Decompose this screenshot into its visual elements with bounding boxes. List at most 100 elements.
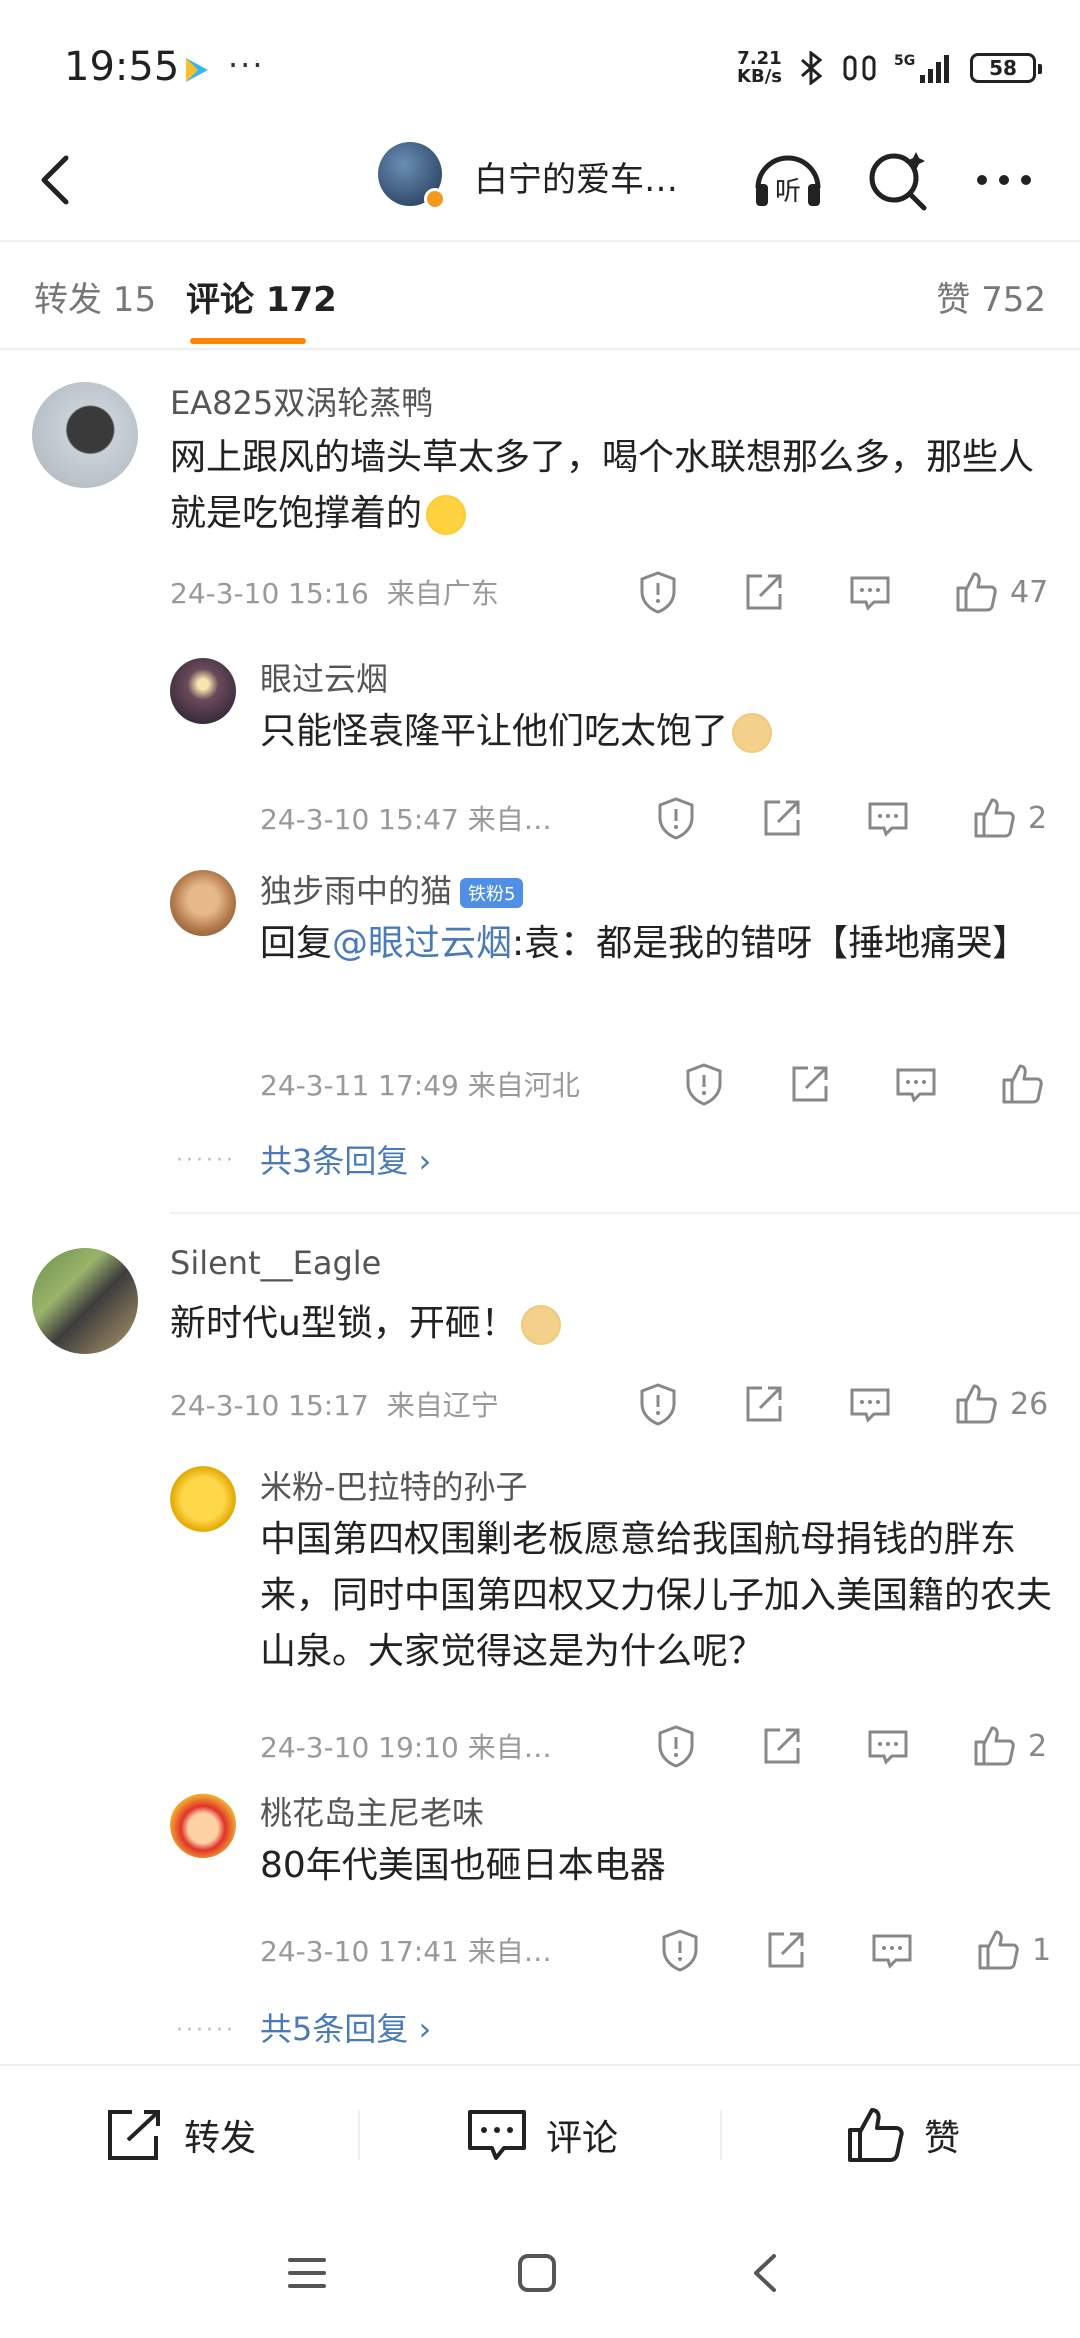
doge-emoji-icon (732, 713, 773, 753)
more-notifications-icon: ··· (228, 46, 265, 84)
listen-label: 听 (775, 177, 801, 207)
like-count: 2 (1028, 1728, 1048, 1764)
thumbs-up-icon (848, 2108, 904, 2162)
like-count: 47 (1010, 574, 1049, 610)
home-icon[interactable] (512, 2248, 562, 2298)
share-icon[interactable] (758, 1722, 806, 1770)
like-count: 1 (1032, 1932, 1052, 1968)
avatar[interactable] (170, 658, 236, 724)
reply-username[interactable]: 独步雨中的猫 铁粉5 (260, 866, 524, 912)
like-icon[interactable] (952, 1380, 1000, 1428)
network-type: 5G (894, 53, 915, 69)
reply-meta: 24-3-11 17:49 来自河北 (260, 1069, 580, 1102)
comment-username[interactable]: Silent__Eagle (170, 1244, 381, 1282)
more-replies-dots: ······ (176, 1148, 236, 1173)
like-button[interactable]: 赞 (844, 2106, 960, 2164)
comment-divider (170, 1212, 1080, 1214)
author-avatar[interactable] (378, 142, 446, 210)
active-tab-indicator (190, 338, 306, 344)
reply-username[interactable]: 桃花岛主尼老味 (260, 1788, 484, 1834)
tab-comments[interactable]: 评论 172 (186, 272, 337, 321)
repost-button[interactable]: 转发 (104, 2106, 256, 2164)
share-icon[interactable] (740, 1380, 788, 1428)
fan-badge: 铁粉5 (460, 878, 524, 908)
reply-username[interactable]: 米粉-巴拉特的孙子 (260, 1462, 528, 1508)
like-icon[interactable] (974, 1926, 1022, 1974)
search-icon[interactable] (858, 140, 938, 220)
reply-meta: 24-3-10 19:10 来自… (260, 1731, 552, 1764)
report-icon[interactable] (656, 1926, 704, 1974)
reply-meta: 24-3-10 15:47 来自… (260, 803, 552, 836)
like-count: 2 (1028, 800, 1048, 836)
comment-button[interactable]: 评论 (466, 2106, 618, 2164)
share-icon[interactable] (740, 568, 788, 616)
comment-meta: 24-3-10 15:16 来自广东 (170, 577, 499, 610)
earbuds-icon (843, 55, 876, 81)
share-icon[interactable] (762, 1926, 810, 1974)
author-name[interactable]: 白宁的爱车… (474, 152, 678, 201)
tab-likes[interactable]: 赞 752 (936, 272, 1046, 321)
share-icon[interactable] (758, 794, 806, 842)
like-icon[interactable] (970, 794, 1018, 842)
system-nav-bar (0, 2204, 1080, 2338)
avatar[interactable] (170, 1792, 236, 1858)
reply-actions: 2 (652, 1722, 1047, 1770)
doge-emoji-icon (520, 1305, 561, 1345)
report-icon[interactable] (634, 568, 682, 616)
comment-username[interactable]: EA825双涡轮蒸鸭 (170, 378, 433, 424)
status-bar: 19:55 ··· 7.21 KB/s 5G 58 (0, 0, 1080, 130)
comment-meta: 24-3-10 15:17 来自辽宁 (170, 1389, 499, 1422)
reply-icon[interactable] (864, 794, 912, 842)
reply-icon[interactable] (892, 1060, 940, 1108)
reply-text: 只能怪袁隆平让他们吃太饱了 (260, 704, 1040, 760)
signal-icon: 5G (894, 53, 949, 83)
comment-actions: 26 (634, 1380, 1048, 1428)
video-app-icon (186, 58, 208, 82)
reply-meta: 24-3-10 17:41 来自… (260, 1935, 552, 1968)
listen-icon[interactable]: 听 (748, 140, 828, 220)
avatar[interactable] (170, 1466, 236, 1532)
comment-icon (468, 2110, 526, 2160)
reply-actions: 2 (652, 794, 1047, 842)
more-options-icon[interactable] (966, 140, 1046, 220)
reply-actions: 1 (656, 1926, 1051, 1974)
mention-link[interactable]: @眼过云烟 (332, 923, 512, 964)
comment-text: 网上跟风的墙头草太多了，喝个水联想那么多，那些人就是吃饱撑着的 (170, 437, 1035, 535)
like-count: 26 (1010, 1386, 1049, 1422)
header: 白宁的爱车… 听 (0, 130, 1080, 230)
share-icon[interactable] (786, 1060, 834, 1108)
avatar[interactable] (170, 870, 236, 936)
view-more-replies-link[interactable]: 共5条回复 › (260, 2004, 431, 2050)
back-nav-icon[interactable] (742, 2248, 792, 2298)
reply-icon[interactable] (868, 1926, 916, 1974)
report-icon[interactable] (652, 794, 700, 842)
report-icon[interactable] (652, 1722, 700, 1770)
reply-icon[interactable] (864, 1722, 912, 1770)
comment-text: 新时代u型锁，开砸！ (170, 1296, 1040, 1352)
reply-actions (680, 1060, 1046, 1108)
back-icon[interactable] (30, 140, 90, 220)
reply-text: 80年代美国也砸日本电器 (260, 1845, 666, 1886)
like-icon[interactable] (998, 1060, 1046, 1108)
net-speed: 7.21 KB/s (737, 48, 782, 87)
view-more-replies-link[interactable]: 共3条回复 › (260, 1136, 431, 1182)
reply-icon[interactable] (846, 568, 894, 616)
repost-icon (108, 2110, 160, 2160)
report-icon[interactable] (634, 1380, 682, 1428)
status-time: 19:55 (64, 44, 180, 90)
like-icon[interactable] (952, 568, 1000, 616)
report-icon[interactable] (680, 1060, 728, 1108)
reply-icon[interactable] (846, 1380, 894, 1428)
more-replies-dots: ······ (176, 2018, 236, 2043)
avatar[interactable] (32, 1248, 138, 1354)
bottom-action-bar: 转发 评论 赞 (0, 2064, 1080, 2204)
reply-username[interactable]: 眼过云烟 (260, 654, 388, 700)
laughing-emoji-icon (426, 495, 467, 535)
post-tabs: 转发 15 评论 172 赞 752 (0, 240, 1080, 350)
tab-repost[interactable]: 转发 15 (34, 272, 156, 321)
verified-badge-icon (424, 188, 446, 210)
avatar[interactable] (32, 382, 138, 488)
battery-indicator: 58 (970, 53, 1042, 83)
menu-icon[interactable] (282, 2248, 332, 2298)
like-icon[interactable] (970, 1722, 1018, 1770)
